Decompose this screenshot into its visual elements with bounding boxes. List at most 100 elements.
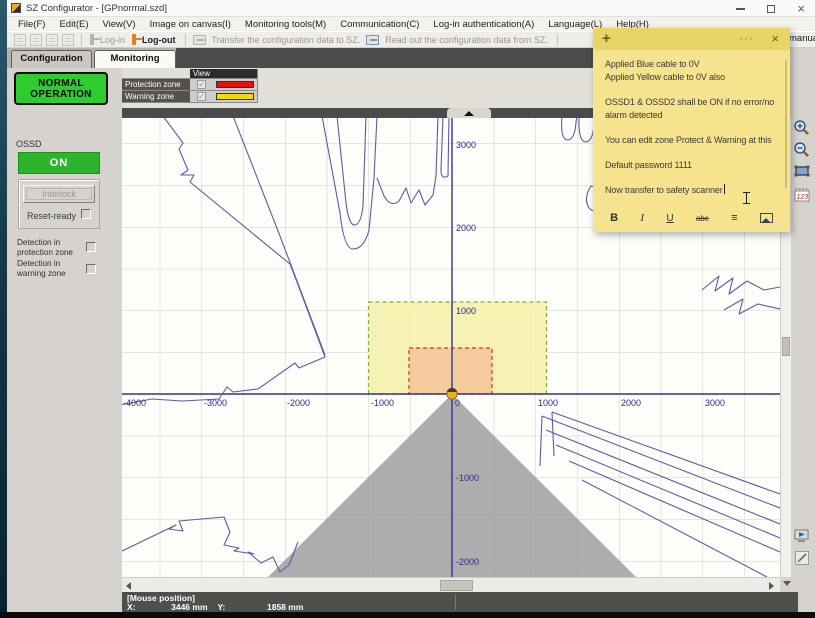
ibeam-cursor [743,192,750,204]
bullet-list-icon[interactable]: ≡ [731,212,737,224]
operation-status-indicator: NORMAL OPERATION [14,72,108,105]
mouse-x-label: X: [127,602,136,612]
protection-view-checkbox[interactable]: ✓ [197,80,206,89]
readout-button[interactable]: Read out the configuration data from SZ. [381,35,552,45]
fit-view-icon[interactable] [793,162,811,180]
window-title: SZ Configurator - [GPnormal.szd] [26,3,167,14]
menu-communication[interactable]: Communication(C) [333,19,426,30]
print-icon[interactable] [62,34,74,46]
svg-text:-1000: -1000 [456,473,479,483]
monitor-play-icon[interactable] [793,527,811,545]
reset-ready-checkbox[interactable] [81,209,91,219]
horizontal-scrollbar[interactable] [122,577,780,592]
scroll-left-arrow-icon[interactable] [126,582,131,590]
menu-monitoring-tools[interactable]: Monitoring tools(M) [238,19,333,30]
transfer-icon [193,35,206,45]
protection-color-swatch [216,81,254,88]
manual-text-fragment: manual [789,33,815,44]
mouse-y-label: Y: [218,602,226,612]
detection-protection-checkbox[interactable] [86,242,96,252]
menu-image-on-canvas[interactable]: Image on canvas(I) [143,19,238,30]
transfer-button[interactable]: Transfer the configuration data to SZ. [208,35,365,45]
check-icon: ✓ [198,80,205,89]
svg-text:123: 123 [797,194,809,201]
italic-icon[interactable]: I [640,212,644,224]
svg-text:1000: 1000 [538,398,558,408]
screen: SZ Configurator - [GPnormal.szd] × File(… [0,0,815,618]
sticky-note[interactable]: + ··· × Applied Blue cable to 0V Applied… [593,28,790,232]
note-text-line: Now transfer to safety scanner [605,184,780,197]
scroll-right-arrow-icon[interactable] [769,582,774,590]
menu-file[interactable]: File(F) [11,19,52,30]
reset-ready-label: Reset-ready [27,211,76,221]
tab-configuration[interactable]: Configuration [11,50,92,68]
svg-text:1000: 1000 [456,306,476,316]
strikethrough-icon[interactable]: abc [696,214,709,223]
interlock-button[interactable]: Interlock [23,185,95,203]
horizontal-scrollbar-thumb[interactable] [440,580,473,591]
note-text-line: OSSD1 & OSSD2 shall be ON if no error/no [605,96,780,109]
status-bar: [Mouse position] X: 3446 mm Y: 1858 mm [122,592,798,612]
tab-strip-right [790,48,815,68]
zoom-out-icon[interactable] [793,141,811,159]
collapse-handle[interactable] [447,108,491,118]
bold-icon[interactable]: B [610,212,618,224]
logout-button[interactable]: Log-out [138,35,179,45]
svg-text:-1000: -1000 [371,398,394,408]
collapse-arrow-icon [464,111,474,116]
ossd-group-label: OSSD [16,139,42,149]
open-file-icon[interactable] [30,34,42,46]
menu-view[interactable]: View(V) [96,19,143,30]
insert-image-icon[interactable] [760,213,773,223]
check-icon: ✓ [198,92,205,101]
svg-text:3000: 3000 [705,398,725,408]
scroll-down-arrow-icon[interactable] [783,581,791,586]
legend-warning-label: Warning zone [122,91,190,102]
maximize-icon[interactable] [767,5,775,13]
zoom-in-icon[interactable] [793,119,811,137]
detection-warning-label: Detection in warning zone [17,259,81,278]
svg-text:3000: 3000 [456,140,476,150]
vertical-scrollbar-thumb[interactable] [782,337,790,356]
legend-view-header: View [190,69,214,78]
new-file-icon[interactable] [14,34,26,46]
note-close-icon[interactable]: × [771,31,779,46]
sticky-note-body[interactable]: Applied Blue cable to 0V Applied Yellow … [605,58,780,204]
warning-view-checkbox[interactable]: ✓ [197,92,206,101]
mouse-y-value: 1858 mm [225,602,303,612]
measure-count-icon[interactable]: 123 [793,186,811,204]
title-bar: SZ Configurator - [GPnormal.szd] × [7,0,815,17]
bottom-edge-bar [0,612,815,618]
app-icon [11,3,21,13]
status-bar-separator [455,594,456,610]
edit-zone-icon[interactable] [793,549,811,567]
scanner-origin-icon [447,388,457,399]
login-button[interactable]: Log-in [96,35,129,45]
note-text-line: You can edit zone Protect & Warning at t… [605,134,780,147]
note-format-toolbar: B I U abc ≡ [599,208,784,228]
svg-text:-4000: -4000 [123,398,146,408]
close-icon[interactable]: × [797,4,805,14]
tab-monitoring[interactable]: Monitoring [94,50,176,68]
login-icon [90,34,94,45]
svg-text:-2000: -2000 [287,398,310,408]
save-icon[interactable] [46,34,58,46]
mouse-x-value: 3446 mm [136,602,208,612]
protection-zone-rect [409,348,492,394]
note-scrollbar[interactable] [785,60,787,188]
note-text-line: Applied Yellow cable to 0V also [605,71,780,84]
menu-edit[interactable]: Edit(E) [52,19,95,30]
note-text-line: Applied Blue cable to 0V [605,58,780,71]
underline-icon[interactable]: U [666,213,673,224]
minimize-icon[interactable] [736,8,745,10]
menu-login-authentication[interactable]: Log-in authentication(A) [426,19,541,30]
table-row: Warning zone ✓ [122,91,257,103]
svg-text:0: 0 [455,398,460,408]
legend-protection-label: Protection zone [122,79,190,90]
svg-text:-2000: -2000 [456,557,479,567]
note-menu-icon[interactable]: ··· [739,31,754,45]
desktop-edge [0,0,7,618]
new-note-icon[interactable]: + [602,30,611,47]
detection-warning-checkbox[interactable] [86,264,96,274]
ossd-on-indicator: ON [18,152,100,174]
